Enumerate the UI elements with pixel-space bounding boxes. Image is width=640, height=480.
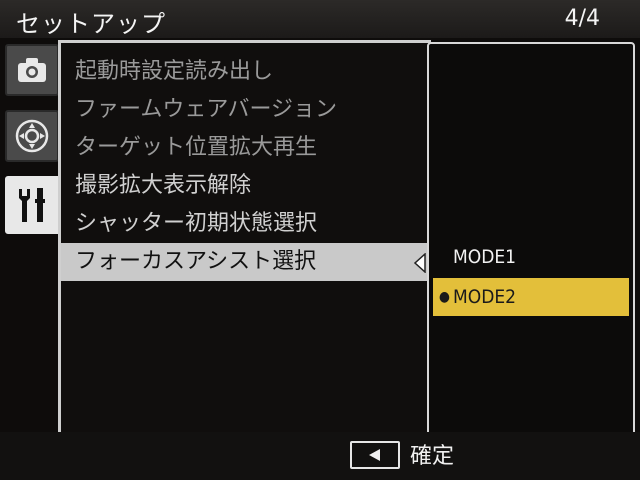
dial-icon bbox=[15, 119, 49, 153]
footer-bar bbox=[0, 432, 640, 480]
settings-menu: 起動時設定読み出し ファームウェアバージョン ターゲット位置拡大再生 撮影拡大表… bbox=[61, 53, 431, 281]
option-mode1[interactable]: MODE1 bbox=[433, 238, 629, 276]
tab-custom[interactable] bbox=[5, 110, 59, 162]
settings-panel: 起動時設定読み出し ファームウェアバージョン ターゲット位置拡大再生 撮影拡大表… bbox=[58, 40, 431, 435]
page-indicator: 4/4 bbox=[564, 6, 600, 31]
option-label: MODE2 bbox=[453, 286, 517, 308]
menu-item-zoom-display-cancel[interactable]: 撮影拡大表示解除 bbox=[61, 167, 431, 205]
menu-item-target-zoom-playback[interactable]: ターゲット位置拡大再生 bbox=[61, 129, 431, 167]
current-selection-dot: ● bbox=[439, 289, 450, 305]
menu-item-shutter-initial-state[interactable]: シャッター初期状態選択 bbox=[61, 205, 431, 243]
option-label: MODE1 bbox=[453, 246, 517, 268]
left-arrow-icon bbox=[369, 449, 380, 461]
menu-item-label: シャッター初期状態選択 bbox=[75, 211, 318, 236]
menu-item-label: 撮影拡大表示解除 bbox=[75, 173, 252, 198]
confirm-label: 確定 bbox=[410, 444, 455, 469]
category-tabs bbox=[5, 44, 61, 248]
menu-item-firmware-version[interactable]: ファームウェアバージョン bbox=[61, 91, 431, 129]
back-button[interactable] bbox=[350, 441, 400, 469]
wrench-screwdriver-icon bbox=[19, 188, 45, 222]
menu-item-startup-settings[interactable]: 起動時設定読み出し bbox=[61, 53, 431, 91]
menu-item-label: 起動時設定読み出し bbox=[75, 59, 274, 84]
menu-item-focus-assist[interactable]: フォーカスアシスト選択 bbox=[61, 243, 431, 281]
menu-item-label: ファームウェアバージョン bbox=[75, 97, 338, 122]
menu-item-label: ターゲット位置拡大再生 bbox=[75, 135, 318, 160]
page-title: セットアップ bbox=[16, 10, 166, 38]
menu-item-label: フォーカスアシスト選択 bbox=[75, 249, 317, 274]
option-popup: MODE1 ● MODE2 bbox=[427, 42, 635, 436]
camera-icon bbox=[18, 58, 46, 82]
tab-shooting[interactable] bbox=[5, 44, 59, 96]
chevron-left-icon bbox=[413, 253, 426, 273]
option-mode2[interactable]: ● MODE2 bbox=[433, 278, 629, 316]
tab-setup[interactable] bbox=[5, 176, 61, 234]
header-bar: セットアップ 4/4 bbox=[0, 0, 640, 38]
